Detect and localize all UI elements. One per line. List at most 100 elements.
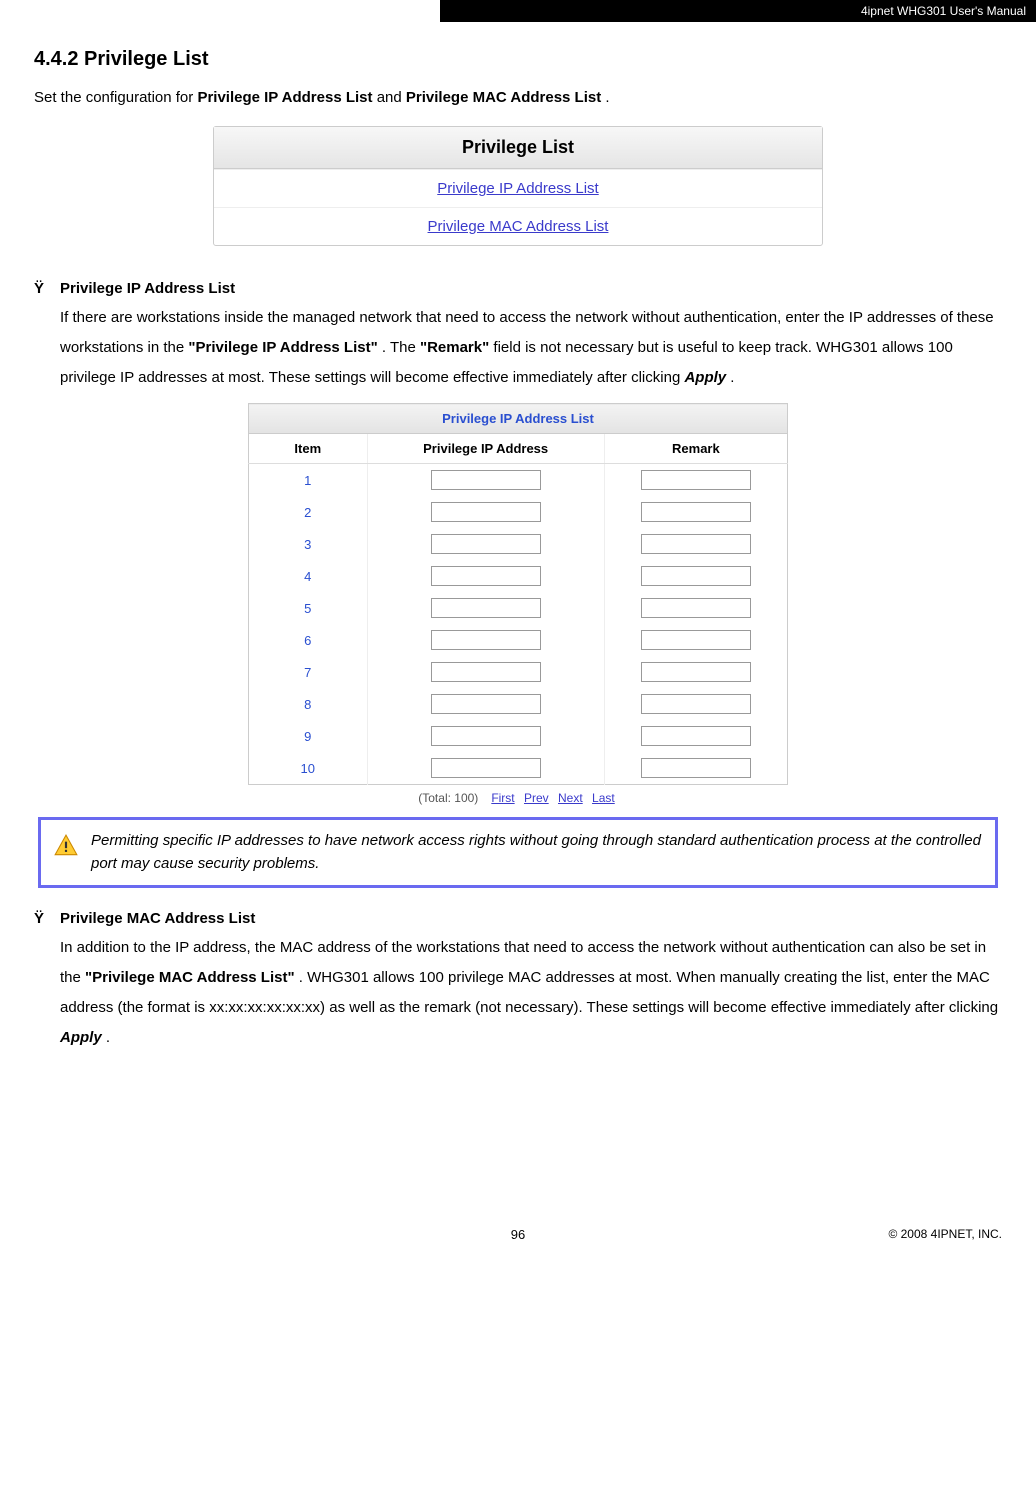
ip-table-col-item: Item — [249, 434, 368, 464]
copyright: © 2008 4IPNET, INC. — [888, 1227, 1002, 1241]
section-heading: 4.4.2 Privilege List — [34, 48, 1002, 71]
privilege-ip-input[interactable] — [431, 566, 541, 586]
ip-section: Ÿ Privilege IP Address List If there are… — [34, 280, 1002, 393]
row-ip-cell — [367, 656, 604, 688]
intro-text-mid: and — [377, 89, 406, 106]
table-row: 4 — [249, 560, 788, 592]
section-intro: Set the configuration for Privilege IP A… — [34, 89, 1002, 106]
row-ip-cell — [367, 592, 604, 624]
intro-text-post: . — [605, 89, 609, 106]
remark-input[interactable] — [641, 726, 751, 746]
row-item-number: 2 — [249, 496, 368, 528]
remark-input[interactable] — [641, 534, 751, 554]
intro-bold-2: Privilege MAC Address List — [406, 89, 601, 106]
warning-text: Permitting specific IP addresses to have… — [91, 830, 983, 875]
bullet-mark: Ÿ — [34, 910, 60, 927]
ip-body-4: . — [730, 369, 734, 386]
row-remark-cell — [604, 720, 787, 752]
mac-section-title: Privilege MAC Address List — [60, 910, 255, 927]
page-content: 4.4.2 Privilege List Set the configurati… — [0, 22, 1036, 1053]
privilege-list-header: Privilege List — [214, 127, 822, 169]
remark-input[interactable] — [641, 662, 751, 682]
manual-title: 4ipnet WHG301 User's Manual — [861, 4, 1026, 18]
row-remark-cell — [604, 560, 787, 592]
row-item-number: 1 — [249, 464, 368, 497]
pager-first[interactable]: First — [491, 791, 514, 805]
table-row: 8 — [249, 688, 788, 720]
privilege-list-panel: Privilege List Privilege IP Address List… — [213, 126, 823, 246]
row-item-number: 4 — [249, 560, 368, 592]
row-remark-cell — [604, 592, 787, 624]
row-item-number: 9 — [249, 720, 368, 752]
privilege-list-row-mac: Privilege MAC Address List — [214, 207, 822, 245]
remark-input[interactable] — [641, 758, 751, 778]
row-ip-cell — [367, 496, 604, 528]
privilege-ip-input[interactable] — [431, 534, 541, 554]
table-row: 5 — [249, 592, 788, 624]
ip-body-b1: "Privilege IP Address List" — [188, 339, 377, 356]
mac-section-body: In addition to the IP address, the MAC a… — [60, 933, 1002, 1053]
privilege-ip-input[interactable] — [431, 662, 541, 682]
row-item-number: 8 — [249, 688, 368, 720]
manual-header: 4ipnet WHG301 User's Manual — [440, 0, 1036, 22]
table-row: 2 — [249, 496, 788, 528]
row-ip-cell — [367, 720, 604, 752]
row-remark-cell — [604, 528, 787, 560]
privilege-ip-input[interactable] — [431, 598, 541, 618]
pager-prev[interactable]: Prev — [524, 791, 549, 805]
privilege-ip-input[interactable] — [431, 694, 541, 714]
ip-table-col-remark: Remark — [604, 434, 787, 464]
pager-last[interactable]: Last — [592, 791, 615, 805]
privilege-ip-input[interactable] — [431, 758, 541, 778]
remark-input[interactable] — [641, 694, 751, 714]
warning-icon — [53, 833, 79, 859]
ip-body-b2: "Remark" — [420, 339, 489, 356]
row-item-number: 10 — [249, 752, 368, 785]
privilege-ip-input[interactable] — [431, 470, 541, 490]
row-remark-cell — [604, 656, 787, 688]
privilege-ip-input[interactable] — [431, 630, 541, 650]
bullet-mark: Ÿ — [34, 280, 60, 297]
ip-table-col-ip: Privilege IP Address — [367, 434, 604, 464]
ip-section-body: If there are workstations inside the man… — [60, 303, 1002, 393]
remark-input[interactable] — [641, 502, 751, 522]
pager-total: (Total: 100) — [418, 791, 478, 805]
mac-body-b1: "Privilege MAC Address List" — [85, 969, 295, 986]
row-remark-cell — [604, 464, 787, 497]
privilege-list-row-ip: Privilege IP Address List — [214, 169, 822, 207]
row-ip-cell — [367, 752, 604, 785]
remark-input[interactable] — [641, 598, 751, 618]
ip-body-apply: Apply — [684, 369, 726, 386]
remark-input[interactable] — [641, 630, 751, 650]
privilege-ip-input[interactable] — [431, 502, 541, 522]
row-remark-cell — [604, 496, 787, 528]
table-row: 10 — [249, 752, 788, 785]
privilege-mac-link[interactable]: Privilege MAC Address List — [428, 218, 609, 235]
remark-input[interactable] — [641, 566, 751, 586]
row-remark-cell — [604, 752, 787, 785]
pager-next[interactable]: Next — [558, 791, 583, 805]
intro-text-pre: Set the configuration for — [34, 89, 197, 106]
remark-input[interactable] — [641, 470, 751, 490]
row-ip-cell — [367, 624, 604, 656]
ip-section-title: Privilege IP Address List — [60, 280, 235, 297]
row-ip-cell — [367, 688, 604, 720]
table-row: 9 — [249, 720, 788, 752]
ip-table-pager: (Total: 100) First Prev Next Last — [248, 791, 788, 805]
mac-section: Ÿ Privilege MAC Address List In addition… — [34, 910, 1002, 1053]
table-row: 6 — [249, 624, 788, 656]
privilege-ip-input[interactable] — [431, 726, 541, 746]
warning-box: Permitting specific IP addresses to have… — [38, 817, 998, 888]
ip-table: Privilege IP Address List Item Privilege… — [248, 403, 788, 785]
ip-body-2: . The — [382, 339, 420, 356]
row-ip-cell — [367, 560, 604, 592]
privilege-ip-link[interactable]: Privilege IP Address List — [437, 180, 598, 197]
page-number: 96 — [0, 1227, 1036, 1242]
row-item-number: 3 — [249, 528, 368, 560]
row-item-number: 6 — [249, 624, 368, 656]
page-footer: 96 © 2008 4IPNET, INC. — [0, 1203, 1036, 1251]
mac-body-apply: Apply — [60, 1029, 102, 1046]
row-remark-cell — [604, 688, 787, 720]
table-row: 7 — [249, 656, 788, 688]
row-item-number: 7 — [249, 656, 368, 688]
